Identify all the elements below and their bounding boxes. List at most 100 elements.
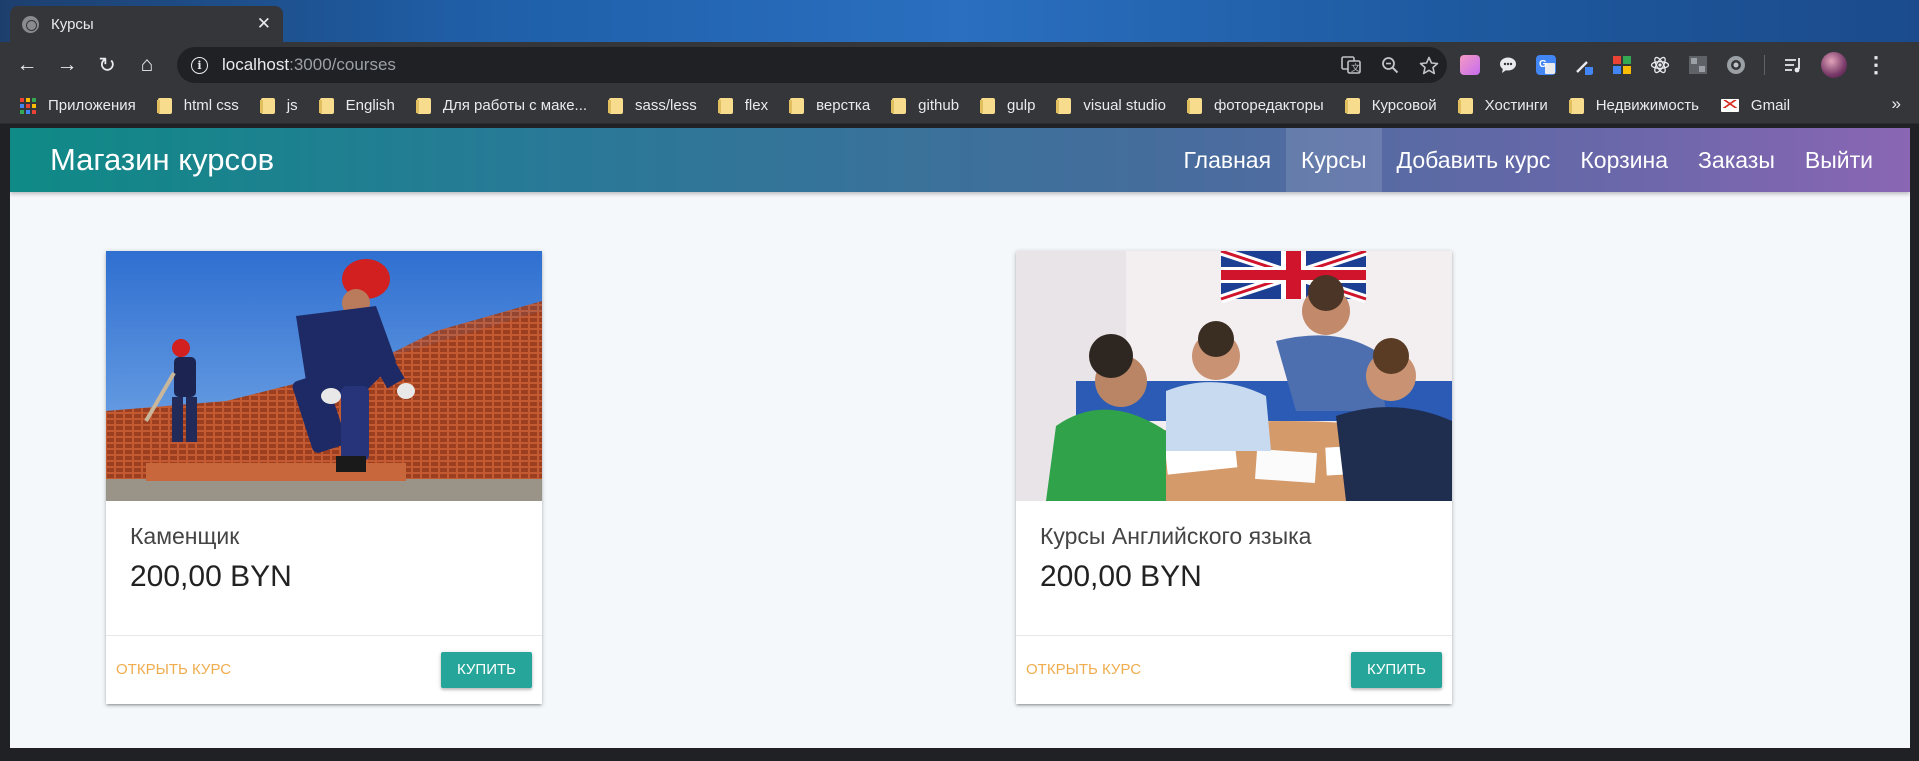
buy-button[interactable]: Купить <box>440 652 532 688</box>
tab-title: Курсы <box>51 15 94 33</box>
bookmark-item[interactable]: Курсовой <box>1344 97 1437 114</box>
bookmark-label: Недвижимость <box>1595 97 1699 114</box>
folder-icon <box>156 97 172 114</box>
folder-icon <box>1186 97 1202 114</box>
open-course-link[interactable]: Открыть курс <box>116 661 231 678</box>
site-info-icon[interactable]: i <box>191 56 208 74</box>
close-tab-icon[interactable]: ✕ <box>257 14 271 34</box>
english-class-photo <box>1016 251 1452 501</box>
course-card: Курсы Английского языка 200,00 BYN Откры… <box>1016 251 1452 704</box>
bookmark-label: Курсовой <box>1371 97 1437 114</box>
more-menu-icon[interactable]: ⋮ <box>1865 54 1887 76</box>
bookmark-label: gulp <box>1007 97 1036 114</box>
url-path: :3000/courses <box>289 55 396 74</box>
nav-link[interactable]: Курсы <box>1286 128 1382 192</box>
bookmark-item[interactable]: верстка <box>789 97 871 114</box>
bookmark-label: Gmail <box>1750 97 1791 114</box>
bookmark-item[interactable]: Приложения <box>20 97 136 114</box>
folder-icon <box>608 97 624 114</box>
folder-icon <box>259 97 275 114</box>
folder-icon <box>1457 97 1473 114</box>
profile-avatar[interactable] <box>1821 52 1847 78</box>
bookmark-item[interactable]: github <box>891 97 960 114</box>
bookmark-label: html css <box>183 97 239 114</box>
svg-text:G: G <box>1539 59 1547 70</box>
star-icon[interactable] <box>1419 56 1439 75</box>
layout-extension-icon[interactable] <box>1688 55 1708 75</box>
gradient-extension-icon[interactable] <box>1460 55 1480 75</box>
bookmark-item[interactable]: фоторедакторы <box>1186 97 1324 114</box>
home-icon[interactable]: ⌂ <box>133 51 161 79</box>
url-host: localhost <box>222 55 290 74</box>
bricklayers-photo <box>106 251 542 501</box>
react-devtools-icon[interactable] <box>1650 55 1670 75</box>
bookmark-item[interactable]: Недвижимость <box>1568 97 1699 114</box>
grid-extension-icon[interactable] <box>1612 55 1632 75</box>
browser-tab[interactable]: Курсы ✕ <box>10 6 283 42</box>
bookmarks-bar: Приложения html css js English Для работы с … <box>0 88 1919 124</box>
eyedropper-extension-icon[interactable] <box>1574 55 1594 75</box>
nav-link[interactable]: Заказы <box>1683 128 1790 192</box>
brand-logo[interactable]: Магазин курсов <box>50 128 274 192</box>
buy-button[interactable]: Купить <box>1350 652 1442 688</box>
bookmark-item[interactable]: js <box>259 97 298 114</box>
translate-extension-icon[interactable]: G <box>1536 55 1556 75</box>
bookmark-label: верстка <box>816 97 871 114</box>
folder-icon <box>1568 97 1584 114</box>
folder-icon <box>789 97 805 114</box>
nav-link[interactable]: Выйти <box>1790 128 1888 192</box>
bookmark-item[interactable]: flex <box>717 97 769 114</box>
media-control-icon[interactable] <box>1783 55 1803 75</box>
bookmarks-overflow-icon[interactable]: » <box>1892 94 1901 114</box>
chat-extension-icon[interactable] <box>1498 55 1518 75</box>
folder-icon <box>318 97 334 114</box>
nav-links: Главная Курсы Добавить курс Корзина Заказы Вы… <box>1168 128 1888 192</box>
card-actions: Открыть курс Купить <box>1016 635 1452 704</box>
folder-icon <box>717 97 733 114</box>
page-viewport: Магазин курсов Главная Курсы Добавить курс… <box>10 128 1910 748</box>
open-course-link[interactable]: Открыть курс <box>1026 661 1141 678</box>
bookmark-item[interactable]: Хостинги <box>1457 97 1548 114</box>
folder-icon <box>1056 97 1072 114</box>
bookmark-item[interactable]: English <box>318 97 395 114</box>
folder-icon <box>891 97 907 114</box>
course-title: Курсы Английского языка <box>1040 523 1312 549</box>
bookmark-item[interactable]: sass/less <box>608 97 697 114</box>
bookmark-label: github <box>918 97 960 114</box>
translate-icon[interactable]: 文 <box>1341 56 1361 74</box>
course-title: Каменщик <box>130 523 240 549</box>
globe-icon <box>22 15 39 33</box>
browser-toolbar: ← → ↻ ⌂ i localhost:3000/courses 文 G ⋮ <box>0 42 1919 88</box>
apps-grid-icon <box>20 97 36 114</box>
reload-icon[interactable]: ↻ <box>93 51 121 79</box>
gmail-icon <box>1720 99 1739 112</box>
bookmark-label: Для работы с маке... <box>442 97 588 114</box>
folder-icon <box>1344 97 1360 114</box>
bookmark-label: Приложения <box>48 97 136 114</box>
course-price: 200,00 BYN <box>1040 560 1202 593</box>
bookmark-item[interactable]: html css <box>156 97 239 114</box>
nav-link[interactable]: Корзина <box>1565 128 1683 192</box>
bookmark-label: flex <box>744 97 769 114</box>
folder-icon <box>980 97 996 114</box>
bookmark-label: Хостинги <box>1484 97 1548 114</box>
bookmark-item[interactable]: Для работы с маке... <box>415 97 588 114</box>
card-actions: Открыть курс Купить <box>106 635 542 704</box>
circle-extension-icon[interactable] <box>1726 55 1746 75</box>
bookmark-item[interactable]: Gmail <box>1720 97 1791 114</box>
course-card: Каменщик 200,00 BYN Открыть курс Купить <box>106 251 542 704</box>
card-content: Каменщик 200,00 BYN <box>130 516 292 594</box>
zoom-icon[interactable] <box>1381 56 1399 74</box>
bookmark-label: English <box>345 97 395 114</box>
back-icon[interactable]: ← <box>13 51 41 79</box>
bookmark-label: visual studio <box>1083 97 1166 114</box>
nav-link[interactable]: Главная <box>1168 128 1286 192</box>
bookmark-item[interactable]: visual studio <box>1056 97 1166 114</box>
bookmark-item[interactable]: gulp <box>980 97 1036 114</box>
nav-link[interactable]: Добавить курс <box>1382 128 1566 192</box>
omnibox-actions: 文 <box>1341 47 1439 83</box>
address-bar[interactable]: i localhost:3000/courses 文 <box>177 47 1447 83</box>
forward-icon[interactable]: → <box>53 51 81 79</box>
bookmark-label: js <box>286 97 298 114</box>
tab-strip: Курсы ✕ <box>0 0 1919 42</box>
